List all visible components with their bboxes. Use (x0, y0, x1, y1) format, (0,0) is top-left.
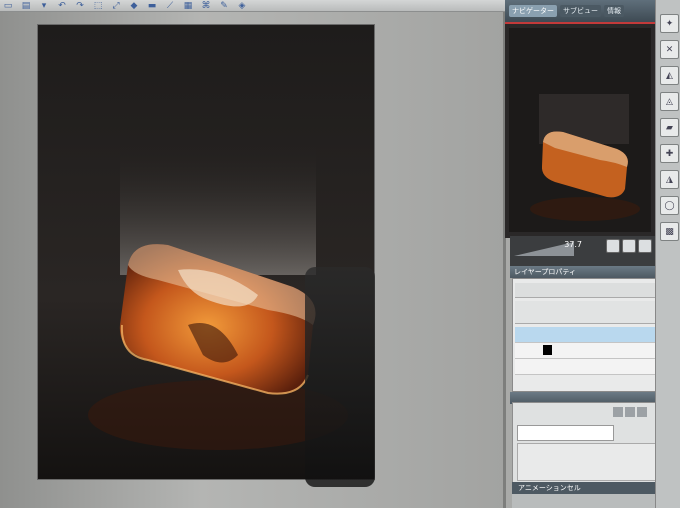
text-tool-icon[interactable]: ◮ (660, 170, 679, 189)
tab-info[interactable]: 情報 (604, 5, 624, 17)
play-icon[interactable] (625, 407, 635, 417)
layer-panel (512, 278, 666, 392)
eraser-tool-icon[interactable]: ◯ (660, 196, 679, 215)
open-file-icon[interactable]: ▤ (20, 1, 32, 11)
link-icon[interactable]: ⌘ (200, 1, 212, 11)
navigator-controls: 37.7 (510, 236, 660, 266)
layer-row-selected[interactable] (515, 327, 660, 343)
animation-select[interactable] (517, 425, 614, 441)
transform-icon[interactable]: ⤢ (110, 1, 122, 11)
eraser-icon[interactable]: ▬ (146, 1, 158, 11)
animation-cel-header[interactable]: アニメーションセル (512, 482, 667, 494)
animation-panel (512, 402, 669, 484)
zoom-value[interactable]: 37.7 (564, 240, 582, 249)
fill-icon[interactable]: ◆ (128, 1, 140, 11)
cross-tool-icon[interactable]: ✕ (660, 40, 679, 59)
dropdown-icon[interactable]: ▾ (38, 1, 50, 11)
undo-icon[interactable]: ↶ (56, 1, 68, 11)
animation-cel-title: アニメーションセル (518, 484, 581, 492)
grid-icon[interactable]: ▦ (182, 1, 194, 11)
rotate-button[interactable] (638, 239, 652, 253)
zoom-in-button[interactable] (606, 239, 620, 253)
blend-tool-icon[interactable]: ◬ (660, 92, 679, 111)
tab-subview[interactable]: サブビュー (560, 5, 601, 17)
canvas-area[interactable] (0, 12, 505, 508)
blend-mode-row[interactable] (515, 283, 660, 298)
timeline-area[interactable] (517, 443, 665, 481)
layer-toolbar[interactable] (515, 301, 660, 324)
layer-property-title: レイヤープロパティ (514, 268, 576, 276)
top-toolbar: ▭ ▤ ▾ ↶ ↷ ⬚ ⤢ ◆ ▬ ⟋ ▦ ⌘ ✎ ◈ (0, 0, 505, 12)
navigator-tabs: ナビゲーター サブビュー 情報 (505, 0, 655, 22)
zoom-out-button[interactable] (622, 239, 636, 253)
layer-row[interactable] (515, 343, 660, 359)
phone-reflection (305, 267, 375, 487)
prev-frame-icon[interactable] (613, 407, 623, 417)
fill-tool-icon[interactable]: ▰ (660, 118, 679, 137)
redo-icon[interactable]: ↷ (74, 1, 86, 11)
brush-tool-icon[interactable]: ✦ (660, 14, 679, 33)
tab-navigator[interactable]: ナビゲーター (509, 5, 557, 17)
pen-icon[interactable]: ✎ (218, 1, 230, 11)
select-icon[interactable]: ⬚ (92, 1, 104, 11)
layer-thumbnail (543, 345, 552, 355)
bottom-toolbar (512, 494, 672, 508)
new-file-icon[interactable]: ▭ (2, 1, 14, 11)
ruler-icon[interactable]: ⟋ (164, 1, 176, 11)
layer-property-header[interactable]: レイヤープロパティ (510, 266, 660, 278)
paint-tool-icon[interactable]: ◭ (660, 66, 679, 85)
layer-row[interactable] (515, 359, 660, 375)
tool-palette-column: ✦ ✕ ◭ ◬ ▰ ✚ ◮ ◯ ▩ (655, 0, 680, 508)
navigator-preview[interactable] (505, 22, 655, 238)
next-frame-icon[interactable] (637, 407, 647, 417)
settings-icon[interactable]: ◈ (236, 1, 248, 11)
figure-tool-icon[interactable]: ✚ (660, 144, 679, 163)
layer-tool-icon[interactable]: ▩ (660, 222, 679, 241)
navigator-thumbnail (509, 28, 651, 232)
